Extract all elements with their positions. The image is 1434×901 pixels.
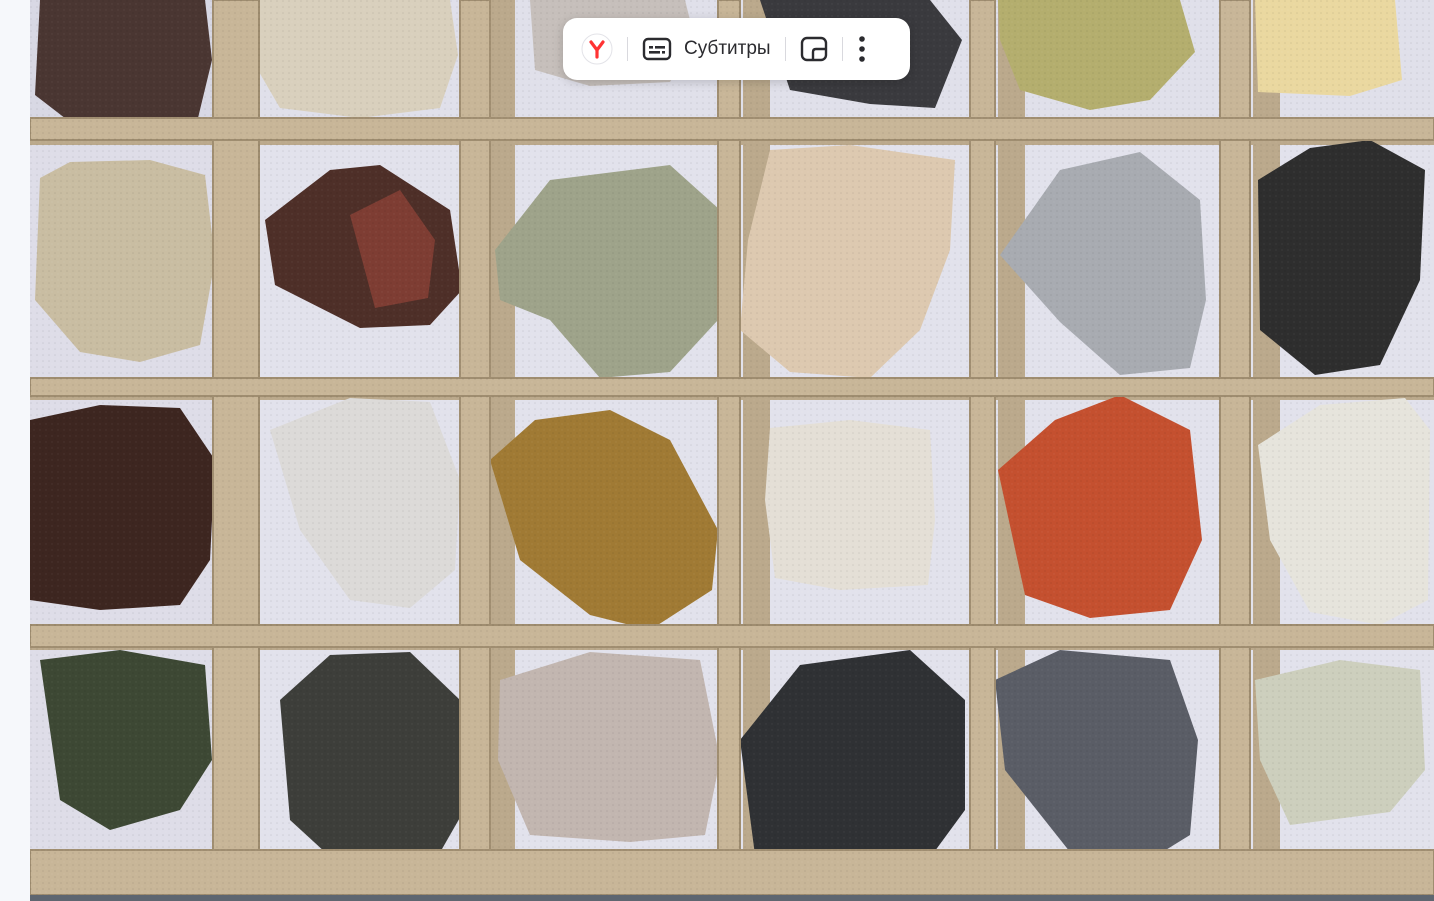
more-options-button[interactable] xyxy=(857,35,867,63)
video-frame xyxy=(30,0,1434,895)
toolbar-separator xyxy=(841,37,843,61)
subtitles-icon xyxy=(642,37,672,61)
yandex-logo-button[interactable] xyxy=(581,33,613,65)
picture-in-picture-icon xyxy=(800,36,827,62)
toolbar-separator xyxy=(784,37,786,61)
page-left-margin xyxy=(0,0,30,901)
video-progress-strip[interactable] xyxy=(30,895,1434,901)
more-vertical-icon xyxy=(858,36,865,62)
video-player[interactable]: Субтитры xyxy=(30,0,1434,895)
picture-in-picture-button[interactable] xyxy=(800,36,828,62)
subtitles-label: Субтитры xyxy=(684,38,771,59)
yandex-logo-icon xyxy=(581,33,613,65)
video-overlay-toolbar: Субтитры xyxy=(563,18,910,80)
subtitles-button[interactable]: Субтитры xyxy=(642,37,771,61)
toolbar-separator xyxy=(627,37,628,61)
